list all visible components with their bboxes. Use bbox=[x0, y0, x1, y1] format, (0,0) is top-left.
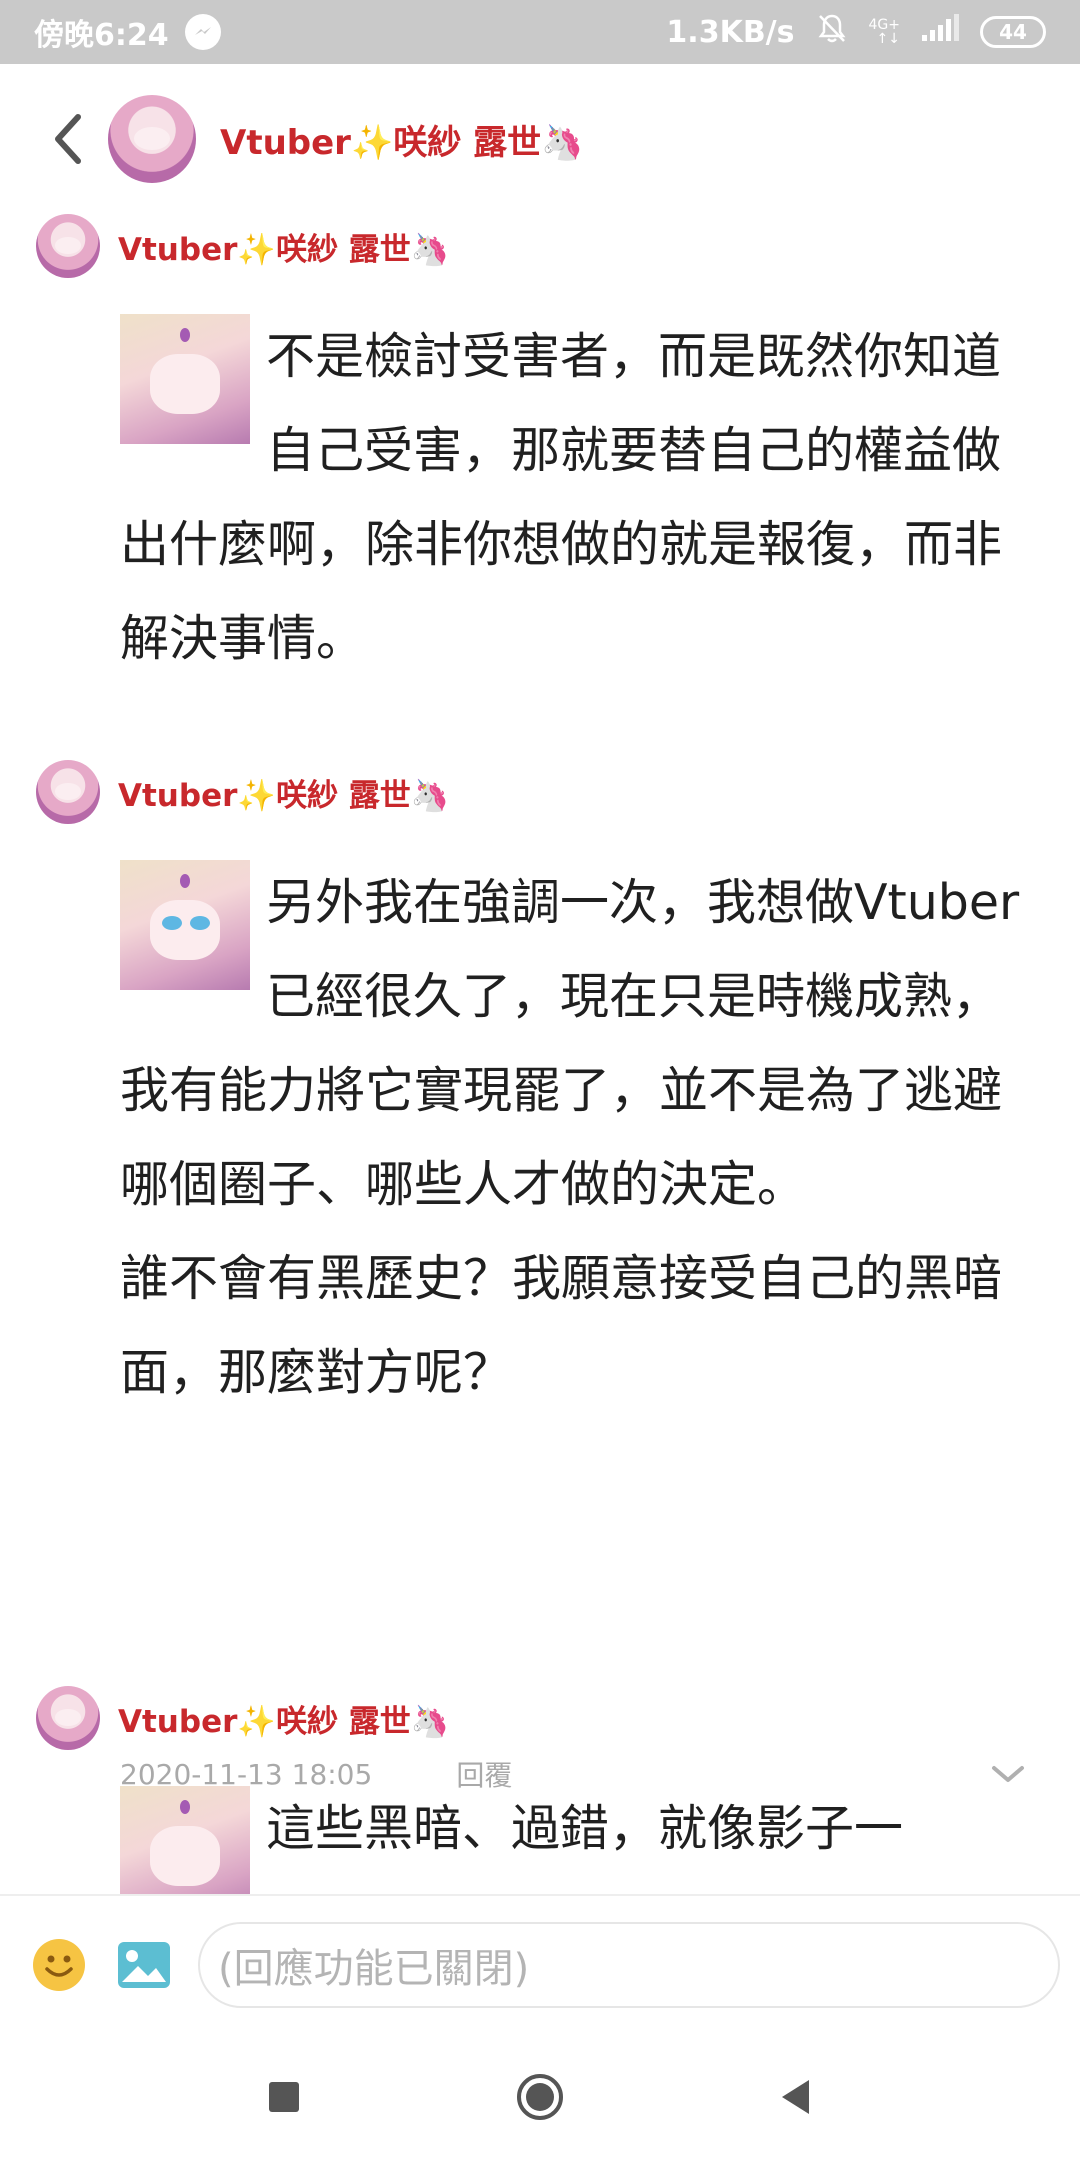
post-text-2: 誰不會有黑歷史？我願意接受自己的黑暗面，那麼對方呢？ bbox=[120, 1250, 1003, 1401]
header-user-name[interactable]: Vtuber✨咲紗 露世🦄 bbox=[220, 115, 583, 164]
sticker-image bbox=[120, 860, 250, 990]
unicorn-icon: 🦄 bbox=[410, 231, 450, 268]
post-text: 不是檢討受害者，而是既然你知道自己受害，那就要替自己的權益做出什麼啊，除非你想做… bbox=[120, 328, 1003, 667]
nav-home-icon bbox=[517, 2074, 563, 2120]
sparkle-icon: ✨ bbox=[237, 777, 276, 814]
avatar[interactable] bbox=[108, 95, 196, 183]
nav-recents-button[interactable] bbox=[256, 2069, 312, 2125]
messenger-icon bbox=[184, 14, 221, 50]
post-body: 另外我在強調一次，我想做Vtuber已經很久了，現在只是時機成熟，我有能力將它實… bbox=[120, 856, 1020, 1420]
system-navigation bbox=[0, 2034, 1080, 2160]
list-item: Vtuber✨咲紗 露世🦄 另外我在強調一次，我想做Vtuber已經很久了，現在… bbox=[0, 760, 1080, 1792]
post-text: 另外我在強調一次，我想做Vtuber已經很久了，現在只是時機成熟，我有能力將它實… bbox=[120, 874, 1020, 1213]
list-item: Vtuber✨咲紗 露世🦄 這些黑暗、過錯，就像影子一 bbox=[0, 1686, 1080, 1894]
emoji-icon[interactable] bbox=[32, 1938, 86, 1992]
reply-input-placeholder: (回應功能已關閉) bbox=[218, 1946, 530, 1992]
network-speed: 1.3KB/s bbox=[666, 14, 795, 50]
sticker-eye bbox=[162, 916, 182, 930]
battery-icon: 44 bbox=[980, 16, 1046, 48]
sticker-eye bbox=[190, 916, 210, 930]
author-name[interactable]: Vtuber✨咲紗 露世🦄 bbox=[118, 1696, 449, 1741]
reply-bar: (回應功能已關閉) bbox=[0, 1894, 1080, 2034]
back-button[interactable] bbox=[28, 99, 108, 179]
image-icon[interactable] bbox=[116, 1938, 172, 1992]
nav-home-button[interactable] bbox=[512, 2069, 568, 2125]
sparkle-icon: ✨ bbox=[237, 231, 276, 268]
sparkle-icon: ✨ bbox=[237, 1703, 276, 1740]
message-feed[interactable]: Vtuber✨咲紗 露世🦄 不是檢討受害者，而是既然你知道自己受害，那就要替自己… bbox=[0, 214, 1080, 1894]
avatar[interactable] bbox=[36, 1686, 100, 1750]
sticker-image bbox=[120, 1786, 250, 1894]
nav-back-icon bbox=[782, 2080, 809, 2114]
post-author: Vtuber✨咲紗 露世🦄 bbox=[0, 214, 1080, 278]
post-author: Vtuber✨咲紗 露世🦄 bbox=[0, 1686, 1080, 1750]
nav-back-button[interactable] bbox=[768, 2069, 824, 2125]
chat-header: Vtuber✨咲紗 露世🦄 bbox=[0, 64, 1080, 214]
nav-square-icon bbox=[269, 2082, 299, 2112]
status-time: 傍晚6:24 bbox=[34, 18, 169, 53]
post-author: Vtuber✨咲紗 露世🦄 bbox=[0, 760, 1080, 824]
post-body: 不是檢討受害者，而是既然你知道自己受害，那就要替自己的權益做出什麼啊，除非你想做… bbox=[120, 310, 1020, 686]
sparkle-icon: ✨ bbox=[350, 122, 394, 163]
unicorn-icon: 🦄 bbox=[410, 777, 450, 814]
bell-off-icon bbox=[815, 11, 849, 53]
author-name[interactable]: Vtuber✨咲紗 露世🦄 bbox=[118, 770, 449, 815]
back-arrow-icon bbox=[55, 114, 81, 164]
avatar[interactable] bbox=[36, 760, 100, 824]
status-bar: 傍晚6:24 1.3KB/s 4G+ ↑↓ 44 bbox=[0, 0, 1080, 64]
signal-icon bbox=[920, 13, 960, 51]
sticker-image bbox=[120, 314, 250, 444]
unicorn-icon: 🦄 bbox=[541, 122, 584, 163]
avatar[interactable] bbox=[36, 214, 100, 278]
list-item: Vtuber✨咲紗 露世🦄 不是檢討受害者，而是既然你知道自己受害，那就要替自己… bbox=[0, 214, 1080, 667]
post-text: 這些黑暗、過錯，就像影子一 bbox=[266, 1800, 904, 1857]
unicorn-icon: 🦄 bbox=[410, 1703, 450, 1740]
reply-input[interactable]: (回應功能已關閉) bbox=[198, 1922, 1060, 2008]
post-body: 這些黑暗、過錯，就像影子一 bbox=[120, 1782, 1020, 1894]
author-name[interactable]: Vtuber✨咲紗 露世🦄 bbox=[118, 224, 449, 269]
network-type: 4G+ ↑↓ bbox=[868, 17, 901, 47]
status-right: 1.3KB/s 4G+ ↑↓ 44 bbox=[666, 11, 1046, 53]
